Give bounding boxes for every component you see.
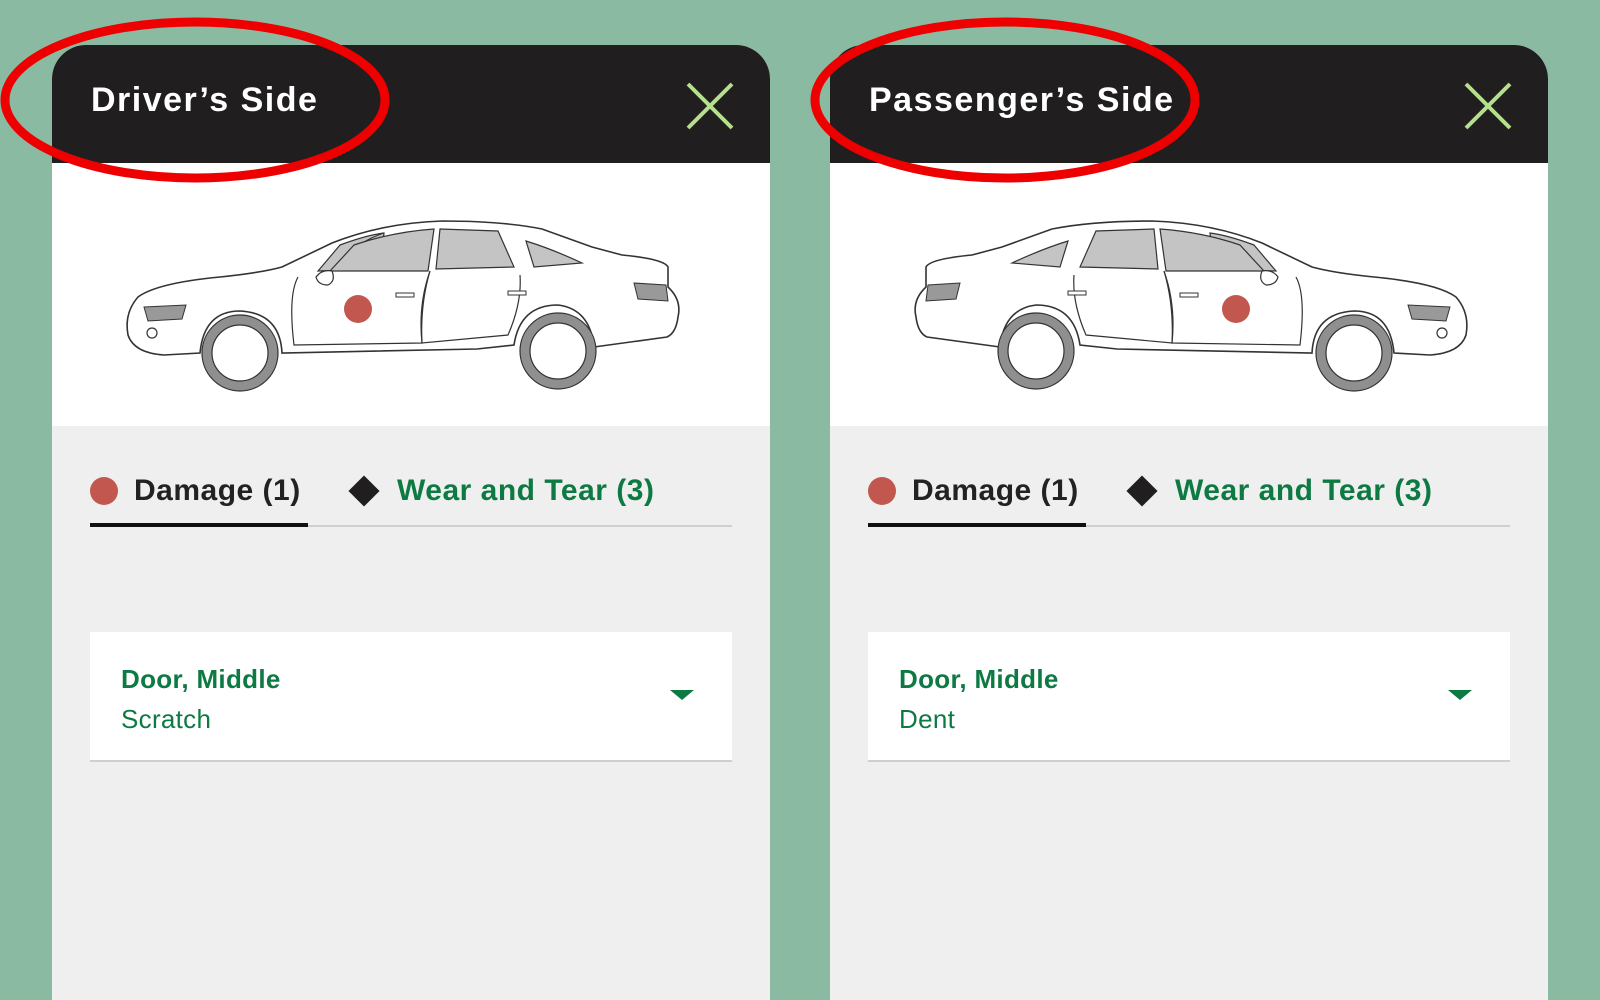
car-taillight: [925, 282, 961, 302]
driver-side-panel: Driver’s Side Damage (1) Wear and Tear (…: [52, 45, 770, 1000]
close-button[interactable]: [685, 81, 735, 131]
car-headlight: [143, 304, 187, 322]
car-headlight: [1407, 304, 1451, 322]
diamond-icon: [1126, 475, 1158, 507]
tab-damage[interactable]: Damage (1): [868, 473, 1086, 527]
damage-list-item[interactable]: Door, Middle Dent: [868, 632, 1510, 762]
screenshot-stage: Driver’s Side Damage (1) Wear and Tear (…: [0, 0, 1600, 1000]
tab-damage[interactable]: Damage (1): [90, 473, 308, 527]
item-location: Door, Middle: [121, 664, 281, 694]
tab-wear-and-tear[interactable]: Wear and Tear (3): [1126, 473, 1432, 525]
tab-label: Damage (1): [912, 474, 1079, 507]
tab-label: Wear and Tear (3): [1175, 474, 1433, 507]
panel-title: Passenger’s Side: [869, 81, 1175, 119]
item-damage-type: Dent: [899, 704, 956, 734]
damage-marker: [344, 295, 372, 323]
panel-header: Driver’s Side: [52, 45, 770, 163]
damage-dot-icon: [868, 477, 896, 505]
car-diagram-area: [830, 163, 1548, 426]
chevron-down-icon[interactable]: [670, 690, 694, 700]
damage-dot-icon: [90, 477, 118, 505]
close-icon: [686, 82, 734, 130]
tab-wear-and-tear[interactable]: Wear and Tear (3): [348, 473, 654, 525]
tab-label: Damage (1): [134, 474, 301, 507]
tab-label: Wear and Tear (3): [397, 474, 655, 507]
damage-list-item[interactable]: Door, Middle Scratch: [90, 632, 732, 762]
panel-title: Driver’s Side: [91, 81, 319, 119]
diamond-icon: [348, 475, 380, 507]
item-location: Door, Middle: [899, 664, 1059, 694]
car-taillight: [633, 282, 669, 302]
close-icon: [1464, 82, 1512, 130]
passenger-side-panel: Passenger’s Side Damage (1) Wear and Tea…: [830, 45, 1548, 1000]
item-damage-type: Scratch: [121, 704, 212, 734]
car-diagram-area: [52, 163, 770, 426]
panel-header: Passenger’s Side: [830, 45, 1548, 163]
damage-marker: [1222, 295, 1250, 323]
close-button[interactable]: [1463, 81, 1513, 131]
car-side-illustration: [126, 220, 680, 392]
chevron-down-icon[interactable]: [1448, 690, 1472, 700]
damage-tabs: Damage (1) Wear and Tear (3): [868, 473, 1510, 527]
car-side-illustration: [914, 220, 1468, 392]
damage-tabs: Damage (1) Wear and Tear (3): [90, 473, 732, 527]
